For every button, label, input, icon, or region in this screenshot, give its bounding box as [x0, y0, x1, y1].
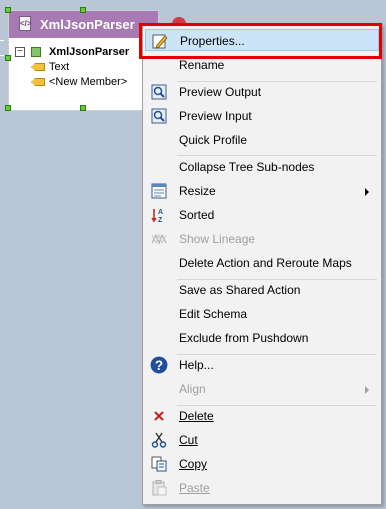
submenu-arrow-icon — [365, 386, 369, 394]
menu-label: Rename — [179, 58, 225, 72]
resize-handle[interactable] — [80, 105, 86, 111]
menu-label: Sorted — [179, 208, 215, 222]
context-menu: Properties... Rename Preview Output Prev… — [142, 23, 382, 505]
menu-label: Align — [179, 382, 206, 396]
paste-label-text: Paste — [179, 481, 210, 495]
delete-label-text: Delete — [179, 409, 214, 423]
menu-item-delete[interactable]: Delete — [145, 405, 379, 427]
menu-label: Delete Action and Reroute Maps — [179, 256, 352, 270]
menu-label: Collapse Tree Sub-nodes — [179, 160, 315, 174]
menu-label: Delete — [179, 409, 214, 423]
lineage-icon — [151, 233, 167, 245]
cut-label-text: Cut — [179, 433, 198, 447]
annotation-highlight-box — [139, 23, 382, 59]
menu-item-paste[interactable]: Paste — [145, 477, 379, 499]
svg-text:?: ? — [155, 358, 163, 373]
svg-text:Z: Z — [158, 217, 163, 223]
menu-label: Quick Profile — [179, 133, 248, 147]
submenu-arrow-icon — [365, 188, 369, 196]
xml-parser-icon: </> — [19, 16, 32, 31]
preview-icon — [151, 84, 167, 100]
field-icon — [31, 78, 45, 86]
menu-item-show-lineage[interactable]: Show Lineage — [145, 228, 379, 250]
node-header[interactable]: </> XmlJsonParser — [9, 11, 186, 38]
node-title: XmlJsonParser — [40, 17, 135, 32]
menu-label: Copy — [179, 457, 207, 471]
resize-handle[interactable] — [5, 105, 11, 111]
xmljsonparser-node[interactable]: </> XmlJsonParser − XmlJsonParser Text <… — [8, 10, 186, 111]
menu-item-delete-reroute[interactable]: Delete Action and Reroute Maps — [145, 252, 379, 274]
preview-icon — [151, 108, 167, 124]
help-icon: ? — [150, 356, 168, 374]
tree-new-member-label: <New Member> — [49, 76, 128, 88]
menu-item-resize[interactable]: Resize — [145, 180, 379, 202]
connector-stub — [0, 55, 4, 56]
field-icon — [31, 63, 45, 71]
collapse-icon[interactable]: − — [15, 47, 25, 57]
menu-item-exclude-pushdown[interactable]: Exclude from Pushdown — [145, 327, 379, 349]
menu-label: Resize — [179, 184, 216, 198]
menu-label: Preview Output — [179, 85, 262, 99]
menu-item-save-shared-action[interactable]: Save as Shared Action — [145, 279, 379, 301]
cut-icon — [151, 432, 167, 448]
menu-item-help[interactable]: ? Help... — [145, 354, 379, 376]
menu-label: Help... — [179, 358, 214, 372]
record-icon — [31, 47, 41, 57]
tree-field-label: Text — [49, 61, 70, 73]
menu-label: Show Lineage — [179, 232, 256, 246]
menu-item-collapse-tree[interactable]: Collapse Tree Sub-nodes — [145, 156, 379, 178]
menu-item-quick-profile[interactable]: Quick Profile — [145, 129, 379, 151]
menu-item-edit-schema[interactable]: Edit Schema — [145, 303, 379, 325]
resize-handle[interactable] — [5, 55, 11, 61]
copy-label-text: Copy — [179, 457, 208, 471]
resize-handle[interactable] — [80, 7, 86, 13]
sort-icon: A Z — [151, 209, 163, 223]
menu-label: Exclude from Pushdown — [179, 331, 309, 345]
connector-stub — [0, 40, 4, 41]
menu-item-preview-input[interactable]: Preview Input — [145, 105, 379, 127]
delete-icon — [154, 411, 164, 421]
svg-text:A: A — [158, 209, 163, 216]
resize-handle[interactable] — [5, 7, 11, 13]
menu-label: Cut — [179, 433, 198, 447]
paste-icon — [152, 480, 167, 496]
menu-item-copy[interactable]: Copy — [145, 453, 379, 475]
menu-item-align[interactable]: Align — [145, 378, 379, 400]
resize-icon — [151, 183, 167, 199]
menu-label: Paste — [179, 481, 210, 495]
tree-root-label: XmlJsonParser — [49, 46, 130, 58]
menu-item-preview-output[interactable]: Preview Output — [145, 81, 379, 103]
menu-item-sorted[interactable]: A Z Sorted — [145, 204, 379, 226]
menu-label: Save as Shared Action — [179, 283, 301, 297]
copy-icon — [151, 456, 167, 472]
menu-label: Preview Input — [179, 109, 252, 123]
menu-label: Edit Schema — [179, 307, 248, 321]
menu-item-cut[interactable]: Cut — [145, 429, 379, 451]
